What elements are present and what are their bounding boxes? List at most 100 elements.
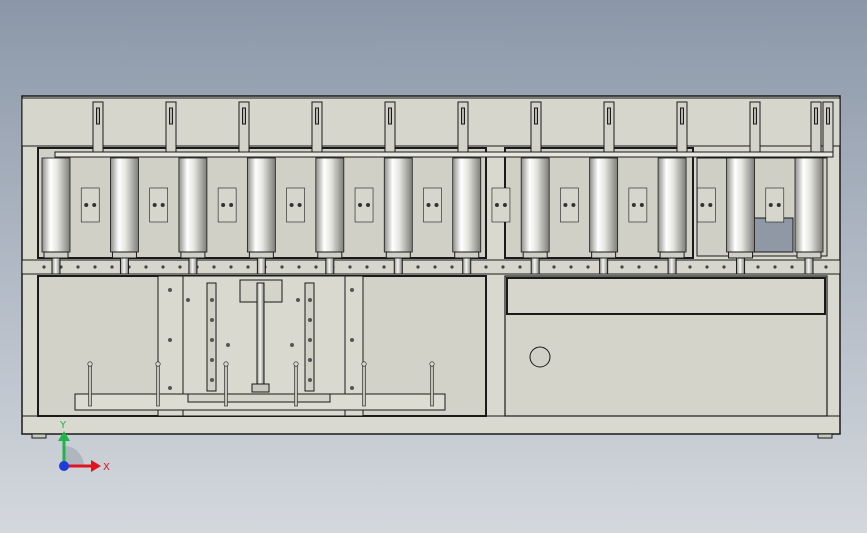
lift-screw (256, 282, 265, 390)
link-block (697, 187, 716, 223)
link-bolt (160, 203, 165, 207)
cylinder-cap (796, 251, 822, 259)
clamp-3 (238, 101, 250, 153)
clamp-6 (457, 101, 469, 153)
housing-bolt (308, 358, 312, 362)
cylinder-cap (522, 251, 548, 259)
clamp-8 (603, 101, 615, 153)
link-bolt (152, 203, 157, 207)
clamp-slot (242, 107, 246, 125)
rail-hole (824, 265, 828, 269)
clamp-4 (311, 101, 323, 153)
clamp-1 (92, 101, 104, 153)
rail-hole (229, 265, 233, 269)
link-bolt (571, 203, 576, 207)
link-bolt (229, 203, 234, 207)
rail-hole (586, 265, 590, 269)
cylinder-barrel (246, 157, 276, 253)
housing-bolt (168, 386, 172, 390)
cylinder-cap (111, 251, 137, 259)
cylinder-cap (180, 251, 206, 259)
link-block (628, 187, 648, 223)
rail-hole (518, 265, 522, 269)
housing-bolt (210, 298, 214, 302)
rail-hole (42, 265, 46, 269)
link-bolt (494, 203, 499, 207)
rail-hole (501, 265, 505, 269)
cylinder-cap (591, 251, 617, 259)
x-axis-label: X (103, 462, 110, 473)
link-bolt (297, 203, 302, 207)
housing-bolt (210, 358, 214, 362)
housing-bolt (308, 338, 312, 342)
link-bolt (776, 203, 781, 207)
clamp-slot (753, 107, 757, 125)
housing-bolt (350, 288, 354, 292)
rail-hole (93, 265, 97, 269)
locating-post (429, 361, 435, 407)
link-bolt (434, 203, 439, 207)
rail-hole (348, 265, 352, 269)
cylinder-barrel (110, 157, 139, 253)
clamp-slot (388, 107, 392, 125)
clamp-slot (169, 107, 173, 125)
rail-hole (637, 265, 641, 269)
cylinder-barrel (520, 157, 550, 253)
locating-post (155, 361, 161, 407)
cylinder-cap (385, 251, 411, 259)
cylinder-rod (119, 257, 129, 275)
link-bolt (631, 203, 636, 207)
link-block (765, 187, 785, 223)
link-block (491, 187, 511, 223)
rail-hole (212, 265, 216, 269)
cylinder-rod (51, 257, 61, 275)
cylinder-barrel (794, 157, 824, 253)
clamp-10 (749, 101, 761, 153)
cad-viewport[interactable]: X Y (0, 0, 867, 533)
drawer-panel (506, 277, 826, 315)
base-foot-right (817, 433, 833, 439)
clamp-end (810, 101, 822, 153)
clamp-slot (814, 107, 818, 125)
rail-hole (314, 265, 318, 269)
cylinder-barrel (315, 157, 345, 253)
housing-bolt (308, 318, 312, 322)
rail-hole (246, 265, 250, 269)
machine-assembly (21, 95, 841, 439)
base-foot-left (31, 433, 47, 439)
clamp-11 (822, 101, 834, 153)
z-axis-dot (59, 461, 69, 471)
cylinder-rod (530, 257, 540, 275)
post-tip (361, 361, 367, 367)
link-bolt (426, 203, 431, 207)
clamp-slot (96, 107, 100, 125)
link-bolt (708, 203, 713, 207)
x-axis-head (91, 460, 101, 472)
cylinder-rod (256, 257, 266, 275)
rail-hole (450, 265, 454, 269)
rail-hole (280, 265, 284, 269)
housing-bolt (186, 298, 190, 302)
rail-hole (433, 265, 437, 269)
clamp-5 (384, 101, 396, 153)
cylinder-cap (728, 251, 754, 259)
rail-hole (756, 265, 760, 269)
rail-hole (552, 265, 556, 269)
cylinder-rod (325, 257, 335, 275)
rail-hole (416, 265, 420, 269)
housing-bolt (350, 338, 354, 342)
cylinder-rod (462, 257, 472, 275)
lift-nut (251, 383, 270, 393)
y-axis-label: Y (59, 420, 67, 431)
locating-post (293, 361, 299, 407)
link-bolt (84, 203, 89, 207)
rail-hole (161, 265, 165, 269)
housing-bolt (350, 386, 354, 390)
rail-hole (569, 265, 573, 269)
clamp-9 (676, 101, 688, 153)
cylinder-12 (794, 157, 824, 275)
rail-hole (705, 265, 709, 269)
clamp-slot (826, 107, 830, 125)
rail-hole (773, 265, 777, 269)
link-bolt (563, 203, 568, 207)
